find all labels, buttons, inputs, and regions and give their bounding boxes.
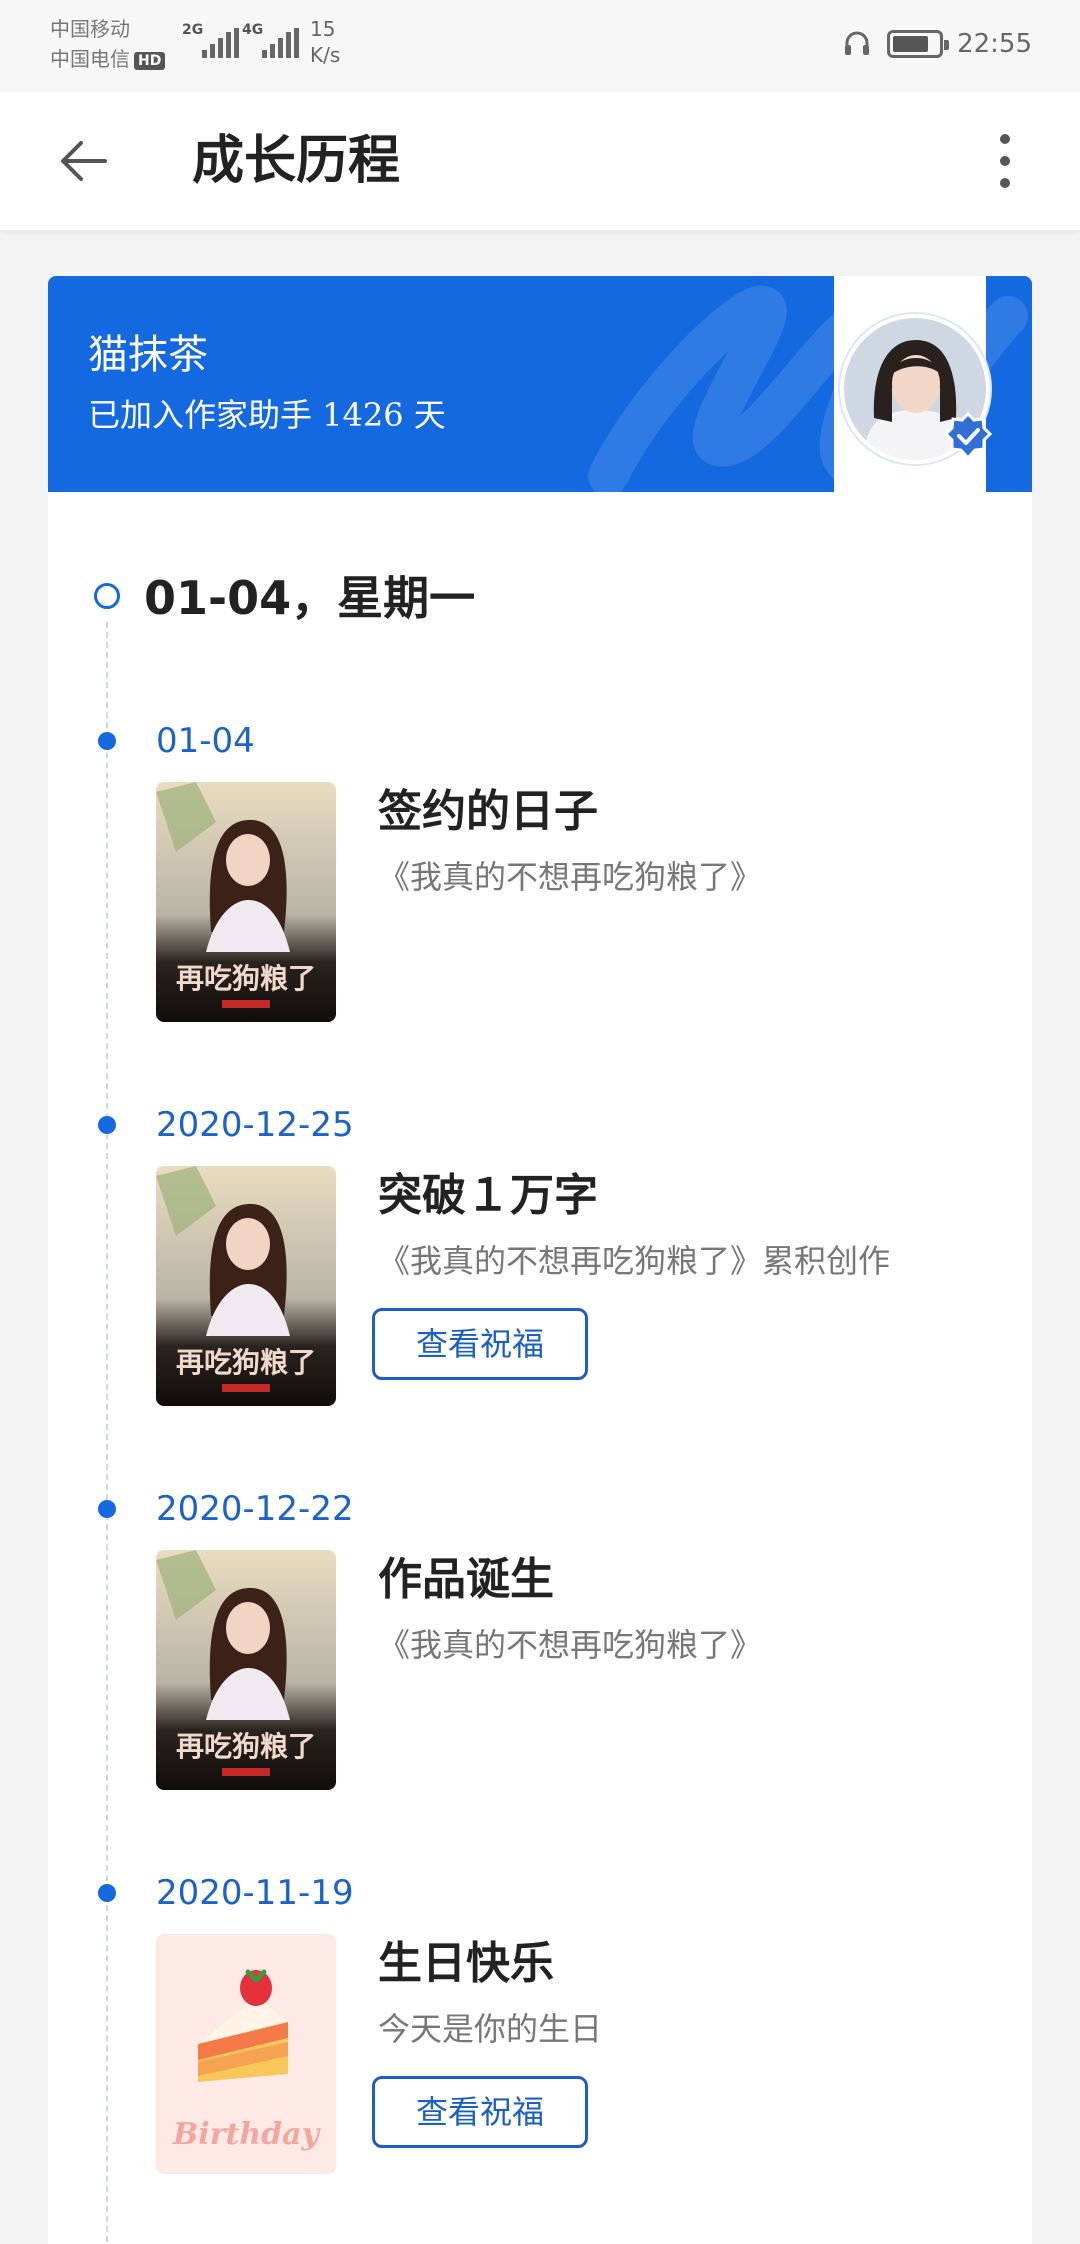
timeline-dot [98, 1884, 116, 1902]
entry-title: 突破１万字 [378, 1170, 598, 1221]
entry-title: 作品诞生 [378, 1554, 554, 1605]
timeline-entry: 2020-11-19 Birthday 生日快乐 今天是你的生日 查看祝福 [48, 1864, 1032, 2224]
more-options-button[interactable] [970, 126, 1040, 196]
verified-badge-icon [944, 412, 992, 460]
hd-badge: HD [134, 51, 166, 70]
timeline-entry: 01-04 再吃狗粮了 签约的日子 《我真的不想再吃狗粮了》 [48, 712, 1032, 1072]
entry-date: 2020-11-19 [156, 1873, 354, 1913]
entry-date: 2020-12-22 [156, 1489, 354, 1529]
headset-icon [845, 31, 870, 55]
cake-icon [198, 1969, 288, 2082]
clock: 22:55 [957, 29, 1032, 59]
view-wishes-button[interactable]: 查看祝福 [372, 1308, 588, 1380]
carrier-2: 中国电信 [50, 47, 130, 71]
timeline-header-dot [94, 583, 120, 609]
view-wishes-button[interactable]: 查看祝福 [372, 2076, 588, 2148]
signal-2-label: 4G [242, 22, 264, 38]
birthday-cake-image[interactable]: Birthday [156, 1934, 336, 2174]
cover-title: 再吃狗粮了 [176, 1730, 316, 1763]
timeline-entry: 2020-12-22 再吃狗粮了 作品诞生 《我真的不想再吃狗粮了》 [48, 1480, 1032, 1840]
growth-card: 猫抹茶 已加入作家助手 1426 天 01-04，星期一 01-04 再吃狗粮了… [48, 276, 1032, 2244]
app-bar: 成长历程 [0, 92, 1080, 230]
status-bar: 中国移动 中国电信 HD 2G 4G 15 K/s 22:55 [0, 0, 1080, 92]
entry-date: 01-04 [156, 721, 255, 761]
book-cover-image[interactable]: 再吃狗粮了 [156, 782, 336, 1022]
arrow-left-icon [61, 141, 107, 181]
timeline-entry: 2020-12-25 再吃狗粮了 突破１万字 《我真的不想再吃狗粮了》累积创作 … [48, 1096, 1032, 1456]
book-cover-image[interactable]: 再吃狗粮了 [156, 1166, 336, 1406]
book-cover-art: 再吃狗粮了 [156, 782, 336, 1022]
user-name: 猫抹茶 [88, 332, 208, 378]
entry-description: 《我真的不想再吃狗粮了》累积创作 [378, 1242, 891, 1280]
birthday-card: Birthday [156, 1934, 336, 2174]
carrier-info: 中国移动 中国电信 HD [50, 14, 166, 74]
timeline-dot [98, 1500, 116, 1518]
entry-description: 今天是你的生日 [378, 2010, 603, 2048]
book-cover-image[interactable]: 再吃狗粮了 [156, 1550, 336, 1790]
book-cover-art: 再吃狗粮了 [156, 1166, 336, 1406]
joined-days-text: 已加入作家助手 1426 天 [88, 396, 446, 434]
timeline-dot [98, 1116, 116, 1134]
signal-strength-icon-2: 4G [242, 22, 312, 58]
more-vertical-icon [1000, 134, 1010, 188]
timeline-header: 01-04，星期一 [144, 571, 476, 625]
entry-date: 2020-12-25 [156, 1105, 354, 1145]
carrier-1: 中国移动 [50, 17, 130, 41]
entry-title: 生日快乐 [378, 1938, 554, 1989]
entry-description: 《我真的不想再吃狗粮了》 [378, 1626, 763, 1664]
birthday-label: Birthday [172, 2117, 320, 2152]
page-title: 成长历程 [192, 131, 401, 191]
back-button[interactable] [50, 128, 116, 194]
net-speed: 15 K/s [310, 16, 340, 68]
battery-icon [887, 30, 950, 58]
net-speed-value: 15 [310, 17, 336, 41]
net-speed-unit: K/s [310, 43, 341, 67]
entry-title: 签约的日子 [378, 786, 598, 837]
book-cover-art: 再吃狗粮了 [156, 1550, 336, 1790]
entry-description: 《我真的不想再吃狗粮了》 [378, 858, 763, 896]
timeline-dot [98, 732, 116, 750]
cover-title: 再吃狗粮了 [176, 962, 316, 995]
cover-title: 再吃狗粮了 [176, 1346, 316, 1379]
signal-1-label: 2G [182, 22, 204, 38]
